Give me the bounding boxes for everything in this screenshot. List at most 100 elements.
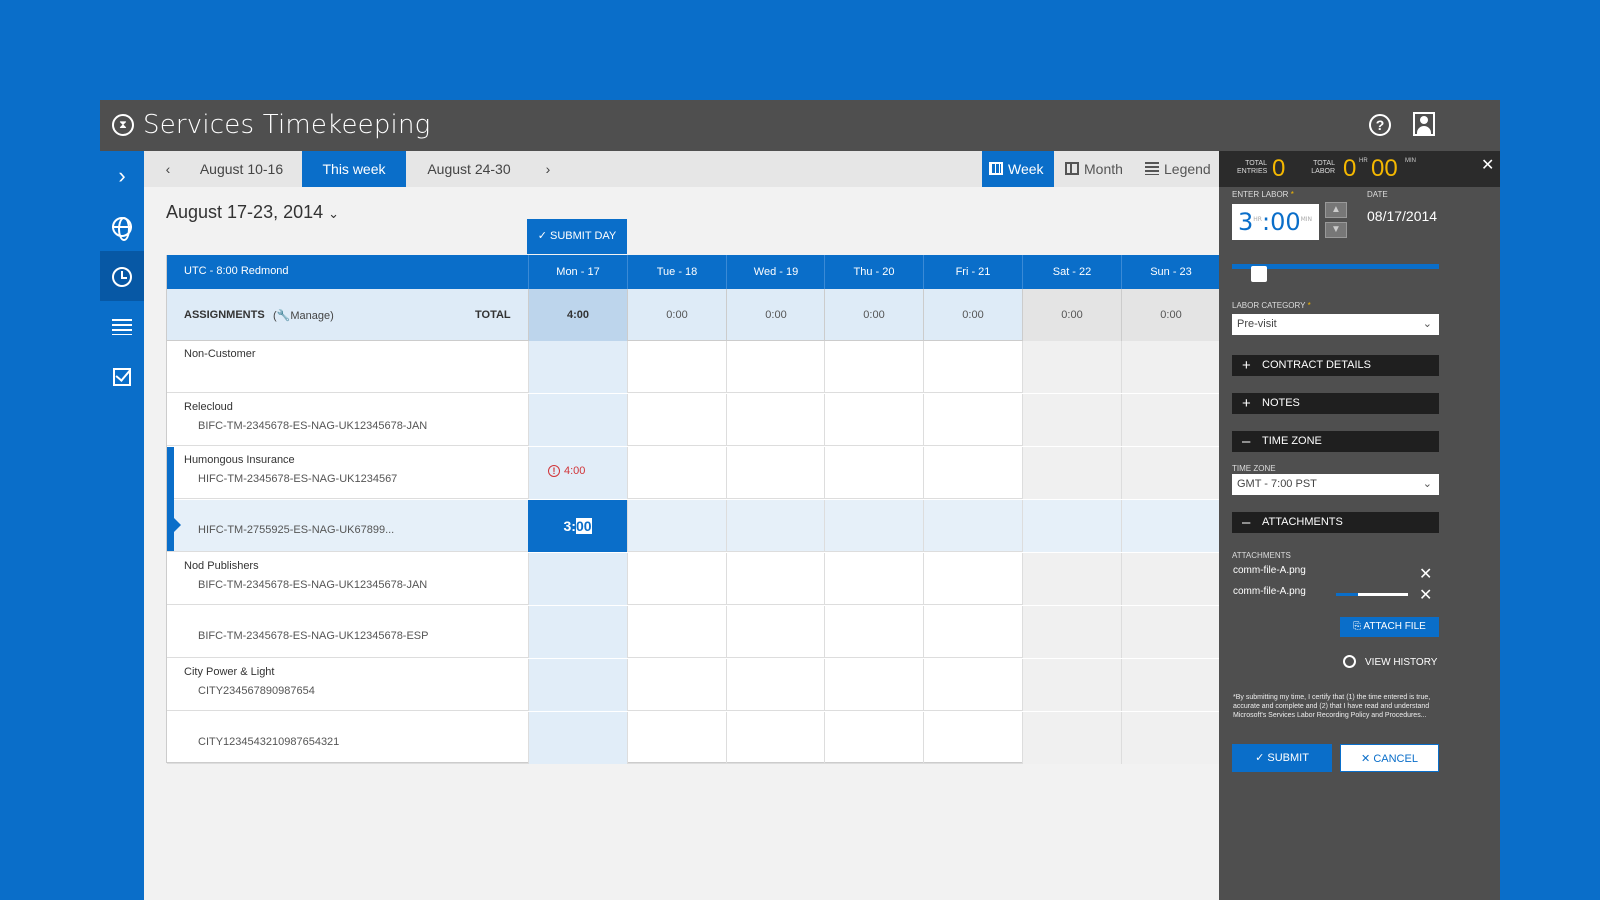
time-entry-cell[interactable] (528, 553, 627, 605)
submit-button[interactable]: ✓ SUBMIT (1232, 744, 1332, 772)
time-entry-cell[interactable] (923, 712, 1022, 764)
remove-attachment-icon[interactable]: ✕ (1419, 564, 1432, 584)
attach-file-button[interactable]: ⎘ ATTACH FILE (1340, 617, 1439, 637)
time-entry-cell[interactable] (627, 500, 726, 552)
time-entry-cell[interactable] (726, 712, 825, 764)
assignment-code: CITY1234543210987654321 (198, 736, 340, 748)
time-entry-cell[interactable] (726, 659, 825, 711)
time-entry-cell[interactable] (824, 341, 923, 393)
time-entry-cell[interactable] (627, 394, 726, 446)
expand-nav-button[interactable]: › (100, 151, 144, 201)
help-icon[interactable]: ? (1369, 114, 1391, 136)
time-entry-cell[interactable] (923, 447, 1022, 499)
day-header[interactable]: Fri - 21 (923, 255, 1022, 289)
time-entry-cell[interactable] (627, 712, 726, 764)
time-entry-cell[interactable] (627, 553, 726, 605)
list-nav-button[interactable] (100, 301, 144, 351)
time-entry-cell[interactable] (1022, 606, 1121, 658)
globe-nav-button[interactable] (100, 201, 144, 251)
cancel-button[interactable]: ✕ CANCEL (1340, 744, 1439, 772)
time-entry-cell[interactable] (824, 500, 923, 552)
time-entry-cell[interactable] (726, 553, 825, 605)
clock-nav-button[interactable] (100, 251, 144, 301)
time-entry-cell[interactable] (1121, 447, 1220, 499)
close-icon[interactable]: ✕ (1481, 155, 1494, 175)
time-entry-cell[interactable] (528, 659, 627, 711)
time-entry-cell[interactable] (824, 394, 923, 446)
decrease-labor-button[interactable]: ▼ (1325, 222, 1347, 238)
time-entry-cell[interactable] (1022, 712, 1121, 764)
time-entry-cell[interactable] (1022, 659, 1121, 711)
day-header[interactable]: Sat - 22 (1022, 255, 1121, 289)
time-entry-cell[interactable] (726, 500, 825, 552)
time-entry-cell[interactable] (923, 394, 1022, 446)
time-entry-cell[interactable] (1022, 500, 1121, 552)
time-entry-cell[interactable] (824, 606, 923, 658)
time-entry-cell[interactable] (627, 447, 726, 499)
time-entry-cell[interactable] (528, 606, 627, 658)
time-entry-cell[interactable]: ! 4:00 (528, 447, 627, 499)
increase-labor-button[interactable]: ▲ (1325, 202, 1347, 218)
time-entry-cell[interactable] (627, 659, 726, 711)
contract-details-section[interactable]: + CONTRACT DETAILS (1232, 355, 1439, 376)
time-entry-cell[interactable] (1121, 341, 1220, 393)
day-header[interactable]: Tue - 18 (627, 255, 726, 289)
time-entry-cell[interactable] (726, 606, 825, 658)
labor-input[interactable]: 3HR:00MIN (1232, 204, 1319, 240)
time-entry-cell[interactable] (1121, 500, 1220, 552)
prev-week-button[interactable]: ‹ (158, 151, 178, 187)
submit-day-button[interactable]: ✓ SUBMIT DAY (527, 219, 627, 254)
labor-slider-thumb[interactable] (1251, 266, 1267, 282)
time-entry-cell[interactable] (1121, 712, 1220, 764)
time-entry-cell[interactable] (528, 712, 627, 764)
day-header[interactable]: Sun - 23 (1121, 255, 1220, 289)
user-icon[interactable] (1413, 112, 1435, 136)
time-entry-cell[interactable] (824, 447, 923, 499)
labor-category-select[interactable]: Pre-visit ⌄ (1232, 314, 1439, 335)
attachments-section[interactable]: – ATTACHMENTS (1232, 512, 1439, 533)
time-entry-cell[interactable] (1022, 341, 1121, 393)
time-entry-cell[interactable] (1022, 553, 1121, 605)
prev-week-tab[interactable]: August 10-16 (189, 151, 294, 187)
day-header[interactable]: Thu - 20 (824, 255, 923, 289)
time-entry-cell[interactable] (1121, 394, 1220, 446)
time-entry-cell[interactable] (627, 341, 726, 393)
time-entry-cell[interactable] (726, 394, 825, 446)
time-zone-section[interactable]: – TIME ZONE (1232, 431, 1439, 452)
time-entry-cell[interactable] (923, 659, 1022, 711)
time-zone-select[interactable]: GMT - 7:00 PST ⌄ (1232, 474, 1439, 495)
next-week-tab[interactable]: August 24-30 (414, 151, 524, 187)
time-entry-cell[interactable] (627, 606, 726, 658)
view-history-link[interactable]: VIEW HISTORY (1365, 657, 1437, 668)
remove-attachment-icon[interactable]: ✕ (1419, 585, 1432, 605)
time-entry-cell[interactable] (726, 341, 825, 393)
time-entry-cell[interactable] (1022, 394, 1121, 446)
time-entry-cell[interactable] (1121, 553, 1220, 605)
notes-section[interactable]: + NOTES (1232, 393, 1439, 414)
time-entry-cell[interactable] (923, 606, 1022, 658)
time-entry-cell[interactable] (923, 553, 1022, 605)
this-week-tab[interactable]: This week (302, 151, 406, 187)
date-value[interactable]: 08/17/2014 (1367, 208, 1437, 224)
month-view-button[interactable]: Month (1058, 151, 1132, 187)
legend-button[interactable]: Legend (1138, 151, 1216, 187)
time-entry-cell[interactable] (923, 500, 1022, 552)
time-entry-edit-cell[interactable]: 3:00 (528, 500, 627, 552)
manage-link[interactable]: (🔧Manage) (273, 309, 334, 322)
day-header[interactable]: Wed - 19 (726, 255, 825, 289)
time-entry-cell[interactable] (923, 341, 1022, 393)
week-view-button[interactable]: Week (982, 151, 1054, 187)
date-range-selector[interactable]: August 17-23, 2014 ⌄ (166, 202, 339, 223)
time-entry-cell[interactable] (824, 659, 923, 711)
time-entry-cell[interactable] (528, 394, 627, 446)
next-week-button[interactable]: › (538, 151, 558, 187)
time-entry-cell[interactable] (824, 553, 923, 605)
time-entry-cell[interactable] (1121, 659, 1220, 711)
time-entry-cell[interactable] (824, 712, 923, 764)
time-entry-cell[interactable] (1121, 606, 1220, 658)
checklist-nav-button[interactable] (100, 351, 144, 401)
time-entry-cell[interactable] (1022, 447, 1121, 499)
time-entry-cell[interactable] (726, 447, 825, 499)
time-entry-cell[interactable] (528, 341, 627, 393)
day-header[interactable]: Mon - 17 (528, 255, 627, 289)
